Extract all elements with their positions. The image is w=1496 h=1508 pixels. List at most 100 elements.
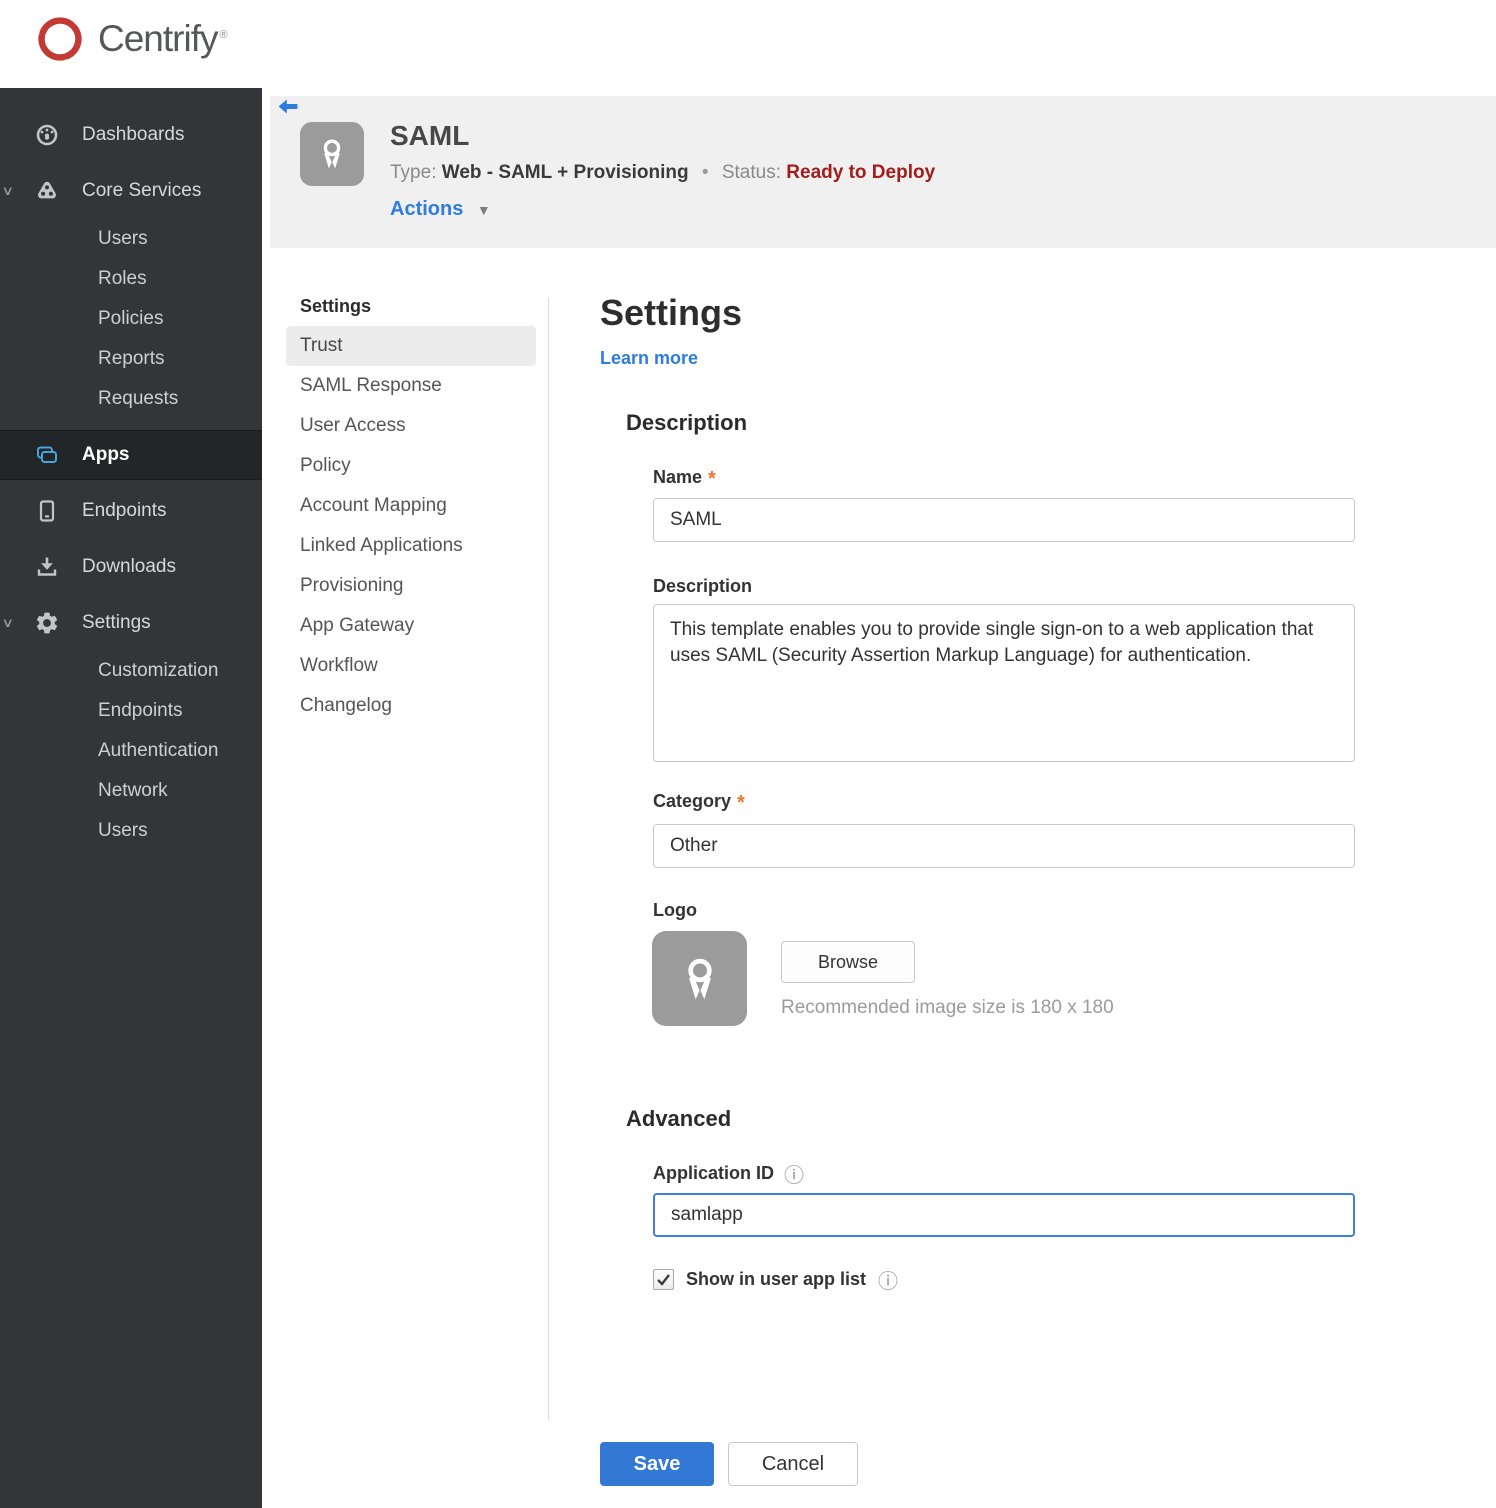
type-label: Type: <box>390 162 437 183</box>
app-logo-badge <box>300 122 364 186</box>
subnav-item-app-gateway[interactable]: App Gateway <box>286 606 536 646</box>
sidebar-item-users[interactable]: Users <box>0 219 262 259</box>
name-field[interactable] <box>653 498 1355 542</box>
type-value: Web - SAML + Provisioning <box>441 162 689 183</box>
subnav-item-changelog[interactable]: Changelog <box>286 686 536 726</box>
sidebar-item-label: Dashboards <box>82 124 185 145</box>
sidebar-item-core-services[interactable]: ∨ Core Services <box>0 167 262 215</box>
show-in-user-app-list-row: Show in user app list ⓘ <box>653 1265 898 1294</box>
save-button[interactable]: Save <box>600 1442 714 1486</box>
subnav-header: Settings <box>300 295 372 316</box>
ribbon-badge-icon <box>323 139 341 169</box>
sidebar-item-requests[interactable]: Requests <box>0 379 262 419</box>
brand: Centrify ® <box>34 13 228 65</box>
learn-more-link[interactable]: Learn more <box>600 348 698 369</box>
back-button[interactable] <box>276 96 300 118</box>
subnav-item-saml-response[interactable]: SAML Response <box>286 366 536 406</box>
subnav-item-workflow[interactable]: Workflow <box>286 646 536 686</box>
subnav-item-label: User Access <box>300 415 406 436</box>
show-in-user-app-list-checkbox[interactable] <box>653 1269 674 1290</box>
show-in-user-app-list-label: Show in user app list <box>686 1269 867 1289</box>
vertical-divider <box>548 298 549 1420</box>
brand-trademark: ® <box>219 28 227 41</box>
required-asterisk: * <box>708 468 716 490</box>
browse-button[interactable]: Browse <box>781 941 915 983</box>
subnav-item-label: SAML Response <box>300 375 442 396</box>
sidebar-item-roles[interactable]: Roles <box>0 259 262 299</box>
required-asterisk: * <box>737 792 745 814</box>
sidebar-subitem-label: Reports <box>98 348 165 369</box>
description-field[interactable]: This template enables you to provide sin… <box>653 604 1355 762</box>
sidebar: Dashboards ∨ Core Services Users Roles P… <box>0 88 262 1508</box>
brand-name: Centrify ® <box>98 18 228 60</box>
sidebar-item-reports[interactable]: Reports <box>0 339 262 379</box>
info-icon[interactable]: ⓘ <box>878 1265 898 1294</box>
subnav-item-account-mapping[interactable]: Account Mapping <box>286 486 536 526</box>
sidebar-item-customization[interactable]: Customization <box>0 651 262 691</box>
sidebar-item-label: Downloads <box>82 556 176 577</box>
sidebar-item-label: Settings <box>82 612 151 633</box>
subnav-item-trust[interactable]: Trust <box>286 326 536 366</box>
status-badge: Ready to Deploy <box>786 162 936 183</box>
advanced-section-heading: Advanced <box>626 1106 732 1131</box>
subnav-item-provisioning[interactable]: Provisioning <box>286 566 536 606</box>
subnav-item-label: Policy <box>300 455 351 476</box>
actions-label: Actions <box>390 198 464 220</box>
core-services-icon <box>34 178 60 204</box>
bullet-separator: • <box>701 162 709 183</box>
sidebar-subitem-label: Users <box>98 820 148 841</box>
centrify-logo-icon <box>38 17 82 61</box>
subnav-item-label: Provisioning <box>300 575 404 596</box>
cancel-button[interactable]: Cancel <box>728 1442 858 1486</box>
subnav-item-linked-applications[interactable]: Linked Applications <box>286 526 536 566</box>
sidebar-item-label: Core Services <box>82 180 202 201</box>
sidebar-subitem-label: Users <box>98 228 148 249</box>
app-meta: Type: Web - SAML + Provisioning • Status… <box>390 162 935 184</box>
application-id-field[interactable] <box>653 1193 1355 1237</box>
logo-label: Logo <box>653 900 697 920</box>
subnav-item-policy[interactable]: Policy <box>286 446 536 486</box>
name-label: Name * <box>653 467 716 491</box>
sidebar-subitem-label: Customization <box>98 660 219 681</box>
sidebar-item-label: Apps <box>82 444 130 465</box>
sidebar-subitem-label: Roles <box>98 268 147 289</box>
logo-size-hint: Recommended image size is 180 x 180 <box>781 997 1114 1018</box>
sidebar-item-settings-endpoints[interactable]: Endpoints <box>0 691 262 731</box>
category-field[interactable] <box>653 824 1355 868</box>
chevron-down-icon: ∨ <box>1 615 14 630</box>
apps-icon <box>34 442 60 468</box>
sidebar-item-settings-users[interactable]: Users <box>0 811 262 851</box>
description-label: Description <box>653 576 753 596</box>
subnav-item-label: Trust <box>300 335 343 356</box>
sidebar-item-downloads[interactable]: Downloads <box>0 543 262 591</box>
subnav-item-label: App Gateway <box>300 615 415 636</box>
sidebar-item-settings[interactable]: ∨ Settings <box>0 599 262 647</box>
actions-dropdown[interactable]: Actions ▼ <box>390 198 491 221</box>
chevron-down-icon: ▼ <box>476 202 491 218</box>
sidebar-subitem-label: Endpoints <box>98 700 183 721</box>
sidebar-item-apps[interactable]: Apps <box>0 430 262 480</box>
sidebar-item-network[interactable]: Network <box>0 771 262 811</box>
back-arrow-icon <box>278 99 298 114</box>
settings-form: Settings Learn more Description Name* De… <box>600 286 1420 1508</box>
category-label: Category * <box>653 791 745 815</box>
application-id-label: Application ID ⓘ <box>653 1159 804 1188</box>
content-area: SAML Type: Web - SAML + Provisioning • S… <box>262 88 1496 1508</box>
sidebar-item-label: Endpoints <box>82 500 167 521</box>
subnav-item-user-access[interactable]: User Access <box>286 406 536 446</box>
app-subnav: Settings Trust SAML Response User Access… <box>286 286 536 726</box>
info-icon[interactable]: ⓘ <box>784 1159 804 1188</box>
status-label: Status: <box>721 162 781 183</box>
sidebar-item-endpoints[interactable]: Endpoints <box>0 487 262 535</box>
category-label-text: Category <box>653 791 732 811</box>
sidebar-item-dashboards[interactable]: Dashboards <box>0 111 262 159</box>
description-section-heading: Description <box>626 410 748 435</box>
sidebar-subitem-label: Network <box>98 780 168 801</box>
sidebar-subitem-label: Authentication <box>98 740 219 761</box>
name-label-text: Name <box>653 467 703 487</box>
gauge-icon <box>34 122 60 148</box>
page-title: SAML <box>390 120 470 151</box>
sidebar-item-authentication[interactable]: Authentication <box>0 731 262 771</box>
sidebar-item-policies[interactable]: Policies <box>0 299 262 339</box>
subnav-item-label: Changelog <box>300 695 392 716</box>
